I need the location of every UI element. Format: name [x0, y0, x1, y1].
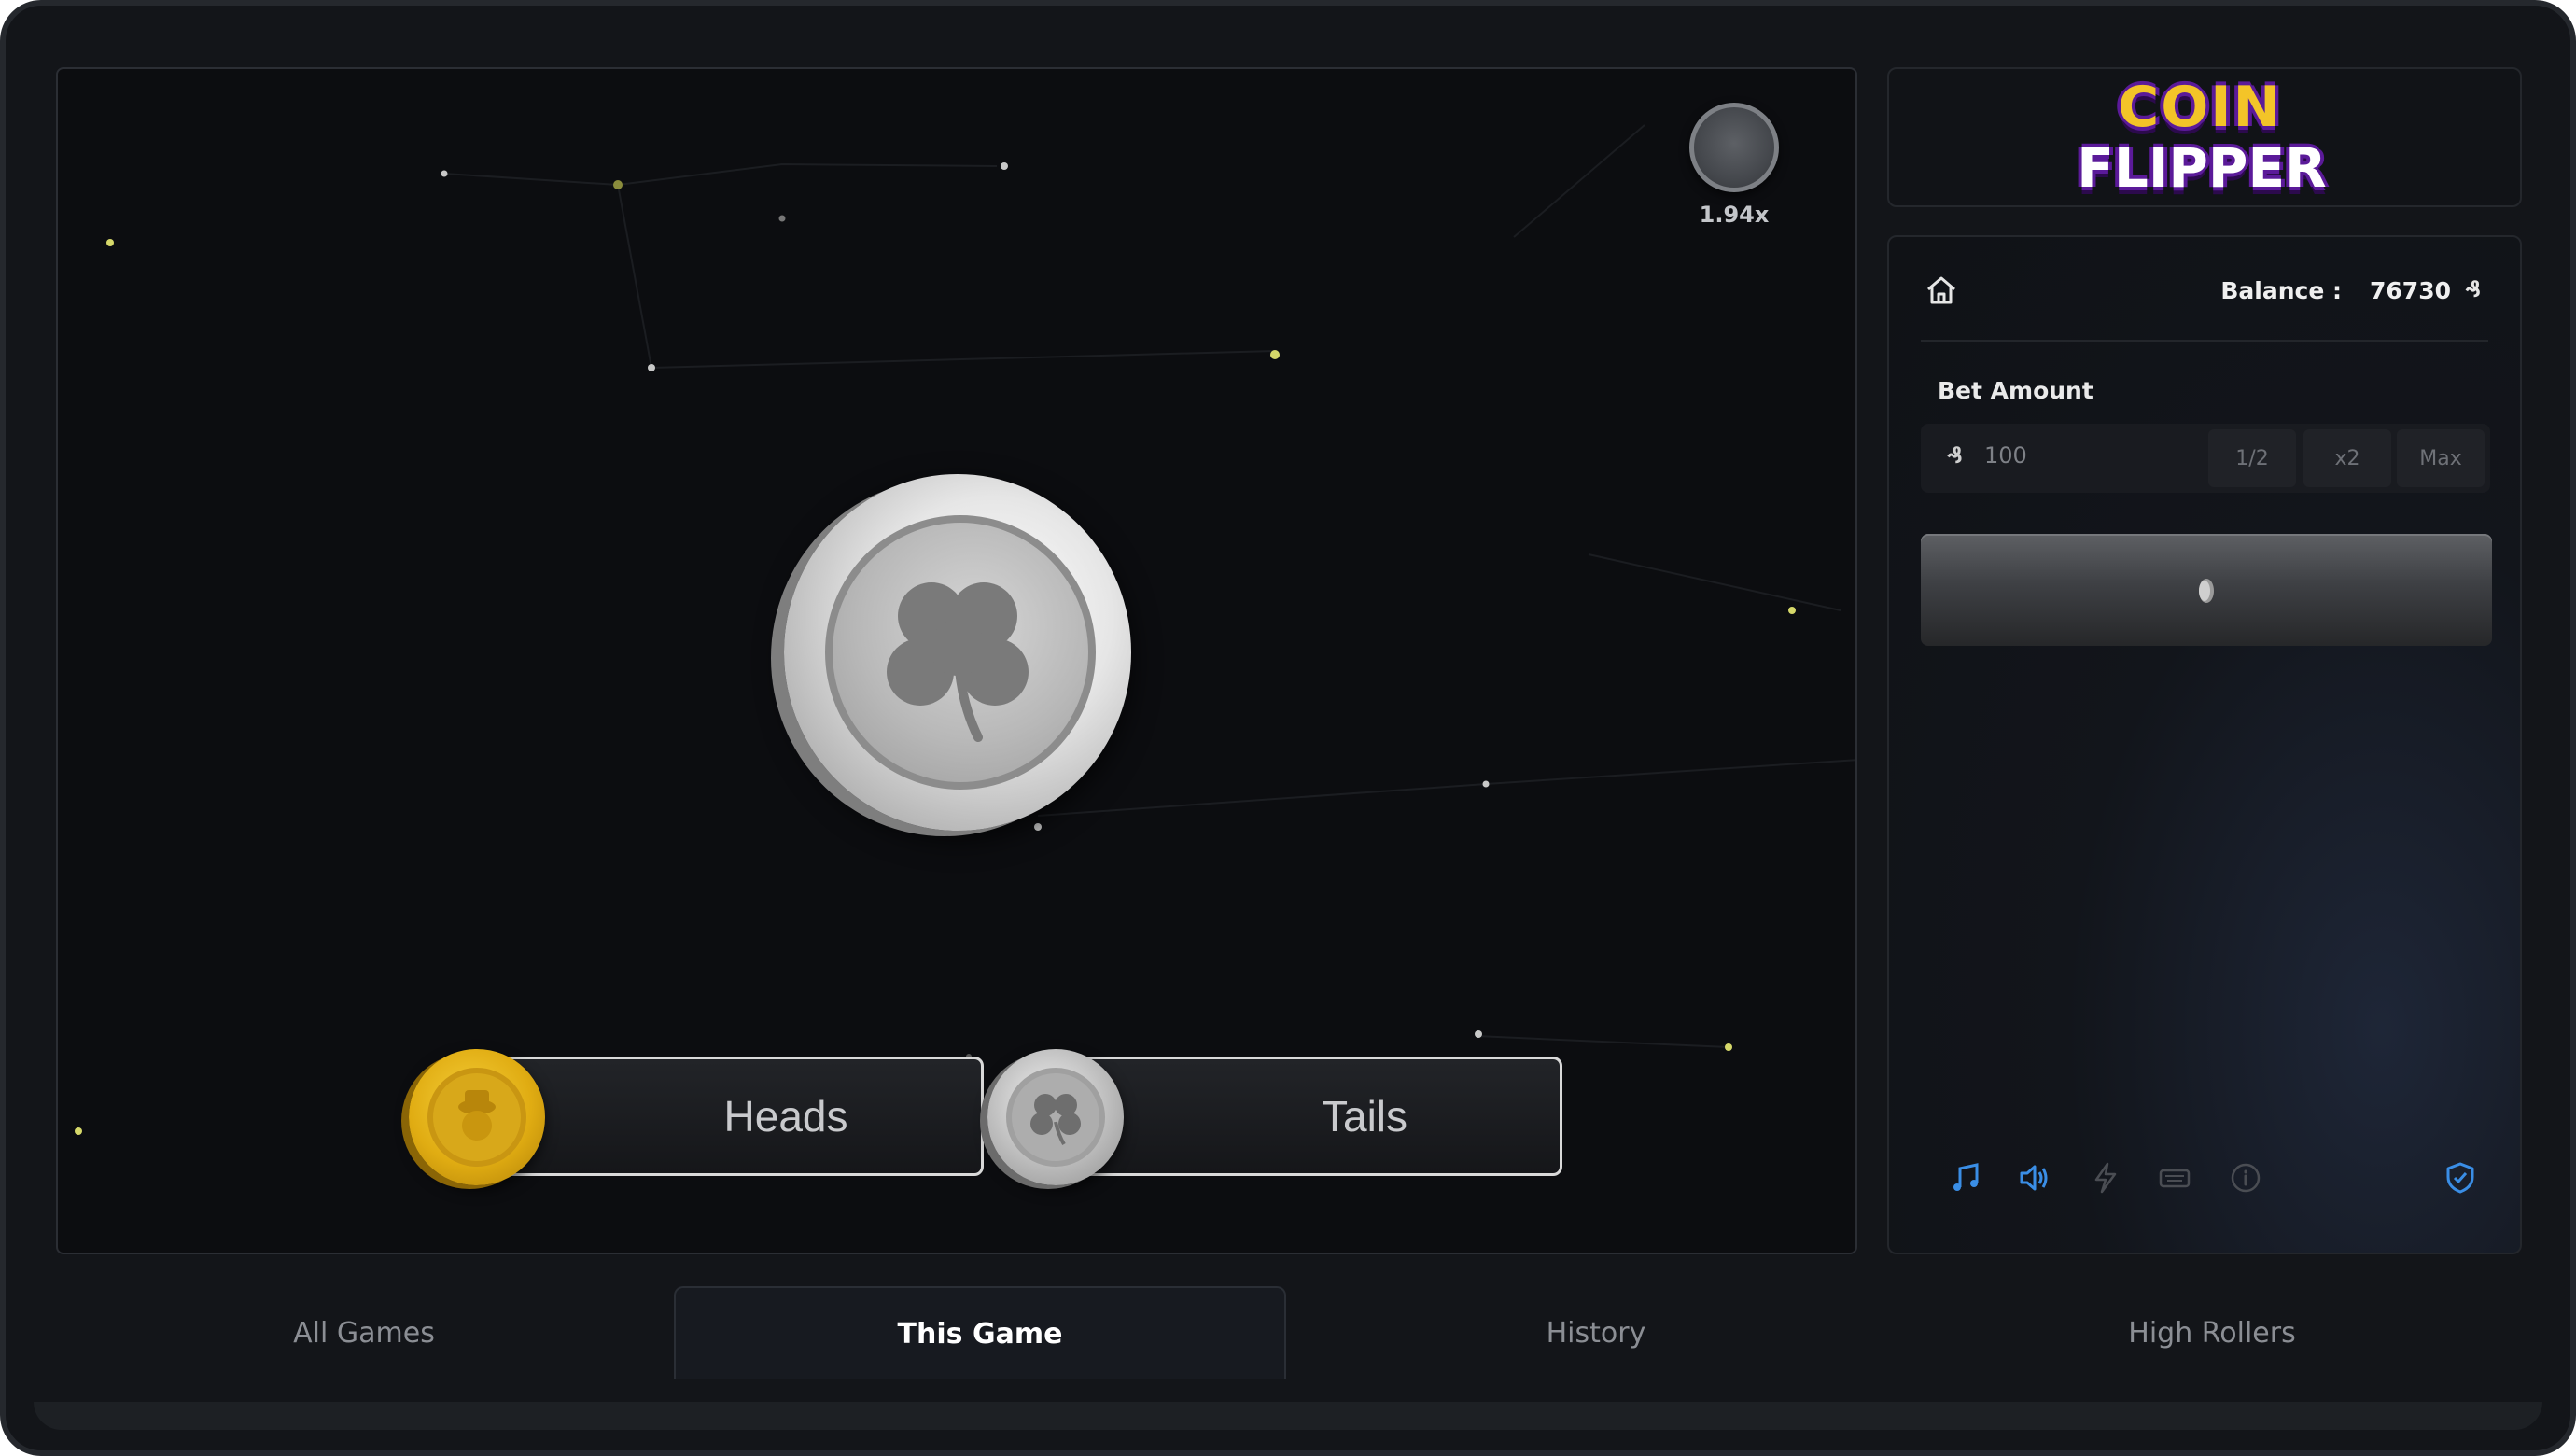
- max-bet-button[interactable]: Max: [2397, 429, 2485, 487]
- half-bet-button[interactable]: 1/2: [2208, 429, 2296, 487]
- bet-amount-input[interactable]: ₰ 100 1/2 x2 Max: [1921, 424, 2490, 493]
- heads-coin-icon: [409, 1049, 545, 1185]
- heads-label: Heads: [723, 1092, 848, 1141]
- info-icon[interactable]: [2229, 1161, 2262, 1195]
- spinning-coin-icon: [2199, 579, 2214, 603]
- double-bet-button[interactable]: x2: [2303, 429, 2391, 487]
- bottom-strip: [34, 1402, 2542, 1430]
- panel-divider: [1921, 340, 2488, 342]
- tab-this-game[interactable]: This Game: [674, 1286, 1286, 1379]
- multiplier-label: 1.94x: [1699, 202, 1770, 228]
- tails-coin-icon: [987, 1049, 1124, 1185]
- shield-check-icon[interactable]: [2443, 1161, 2477, 1195]
- keyboard-icon[interactable]: [2158, 1161, 2191, 1195]
- clover-icon: [887, 582, 1029, 742]
- balance-display: Balance : 76730: [2220, 274, 2451, 306]
- tab-history[interactable]: History: [1288, 1286, 1904, 1379]
- settings-toolbar: [1921, 1152, 2488, 1204]
- balance-label: Balance :: [2220, 276, 2343, 304]
- tab-history-label: History: [1546, 1316, 1646, 1350]
- multiplier-coin-icon: [1689, 103, 1779, 192]
- volume-icon[interactable]: [2018, 1161, 2051, 1195]
- bet-currency-icon: ₰: [1947, 442, 1963, 469]
- tab-all-games[interactable]: All Games: [56, 1286, 672, 1379]
- tab-all-games-label: All Games: [293, 1316, 435, 1350]
- flip-button[interactable]: [1921, 534, 2492, 646]
- tab-high-rollers[interactable]: High Rollers: [1904, 1286, 2520, 1379]
- bottom-tabs: All Games This Game History High Rollers: [56, 1286, 2520, 1379]
- game-board: 1.94x Heads Tails: [56, 67, 1857, 1254]
- main-coin: [784, 474, 1131, 831]
- home-icon[interactable]: [1925, 274, 1958, 306]
- currency-icon: ₰: [2465, 276, 2481, 302]
- tails-label: Tails: [1321, 1092, 1408, 1141]
- app-frame: 1.94x Heads Tails COIN FLIPPER Balance:…: [0, 0, 2576, 1456]
- balance-value: 76730: [2370, 276, 2451, 304]
- control-panel: Balance : 76730 ₰ Bet Amount ₰ 100 1/2 x…: [1887, 235, 2522, 1254]
- bet-amount-value[interactable]: 100: [1984, 442, 2027, 469]
- music-icon[interactable]: [1949, 1161, 1982, 1195]
- logo-text-coin: COIN: [2118, 75, 2282, 140]
- bet-amount-label: Bet Amount: [1938, 377, 2093, 404]
- logo-text-flipper: FLIPPER: [2077, 136, 2327, 200]
- tab-high-rollers-label: High Rollers: [2128, 1316, 2296, 1350]
- tab-this-game-label: This Game: [897, 1317, 1063, 1351]
- logo-panel: COIN FLIPPER: [1887, 67, 2522, 207]
- lightning-icon[interactable]: [2089, 1161, 2122, 1195]
